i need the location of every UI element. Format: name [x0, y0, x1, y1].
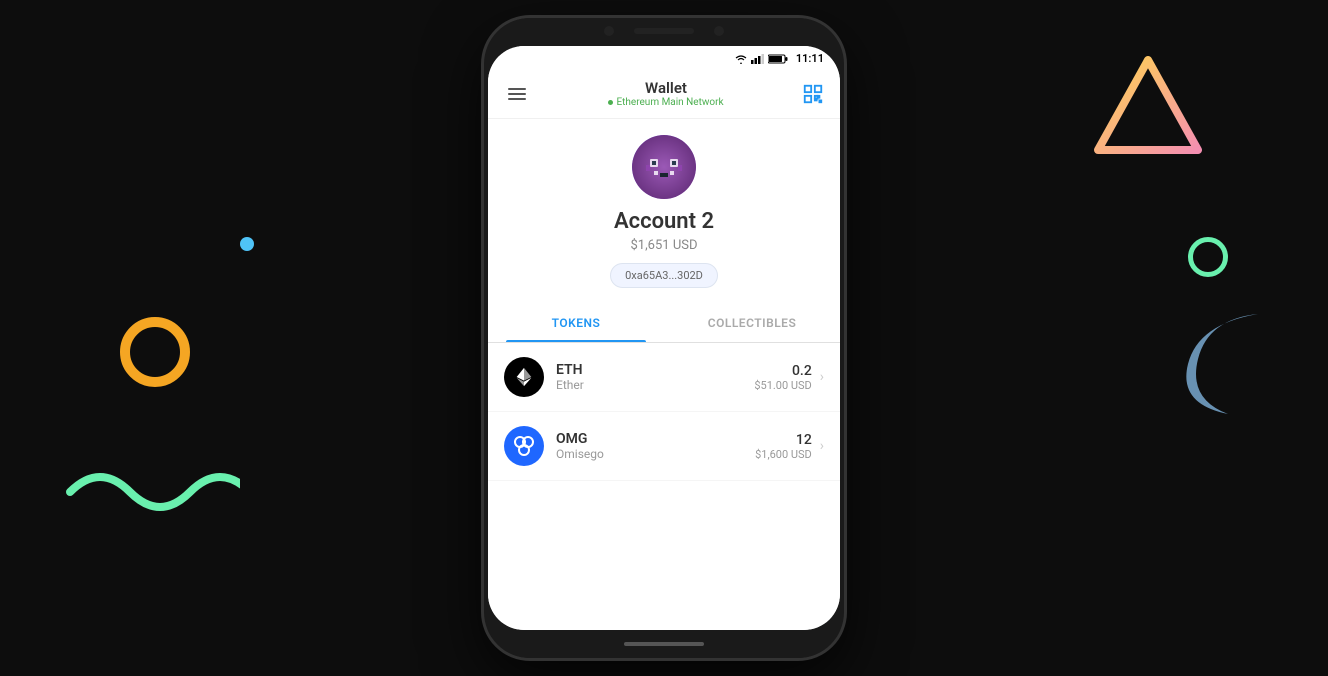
- omg-amount-section: 12 $1,600 USD: [755, 432, 812, 461]
- account-section: Account 2 $1,651 USD 0xa65A3...302D: [488, 119, 840, 304]
- eth-symbol: ETH: [556, 362, 754, 378]
- home-indicator: [624, 642, 704, 646]
- phone-top-bar: [484, 18, 844, 46]
- status-icons: [734, 54, 788, 64]
- token-list: ETH Ether 0.2 $51.00 USD ›: [488, 343, 840, 630]
- omg-chevron-icon: ›: [820, 438, 824, 454]
- signal-icon: [751, 54, 765, 64]
- phone-camera-area: [604, 26, 724, 36]
- app-header: Wallet Ethereum Main Network: [488, 71, 840, 119]
- network-name: Ethereum Main Network: [616, 97, 723, 108]
- omg-info: OMG Omisego: [556, 431, 755, 461]
- sensor: [714, 26, 724, 36]
- eth-amount-section: 0.2 $51.00 USD: [754, 363, 811, 392]
- tabs-container: TOKENS COLLECTIBLES: [488, 304, 840, 343]
- eth-info: ETH Ether: [556, 362, 754, 392]
- eth-usd: $51.00 USD: [754, 379, 811, 392]
- omg-value: 12: [755, 432, 812, 448]
- yellow-circle-decoration: [120, 317, 190, 387]
- blue-crescent-decoration: [1168, 304, 1268, 384]
- account-avatar[interactable]: [632, 135, 696, 199]
- hamburger-line-3: [508, 98, 526, 100]
- tab-tokens[interactable]: TOKENS: [488, 304, 664, 342]
- eth-chevron-icon: ›: [820, 369, 824, 385]
- token-item-eth[interactable]: ETH Ether 0.2 $51.00 USD ›: [488, 343, 840, 412]
- eth-name: Ether: [556, 378, 754, 392]
- omg-usd: $1,600 USD: [755, 448, 812, 461]
- network-status-dot: [608, 100, 613, 105]
- hamburger-line-1: [508, 88, 526, 90]
- omg-icon: [504, 426, 544, 466]
- tab-collectibles[interactable]: COLLECTIBLES: [664, 304, 840, 342]
- eth-icon: [504, 357, 544, 397]
- menu-button[interactable]: [504, 84, 530, 104]
- phone-device: 11:11 Wallet Ethereum Main Network: [484, 18, 844, 658]
- earpiece-speaker: [634, 28, 694, 34]
- triangle-decoration: [1088, 50, 1188, 150]
- header-center: Wallet Ethereum Main Network: [608, 79, 723, 108]
- battery-icon: [768, 54, 788, 64]
- phone-screen: 11:11 Wallet Ethereum Main Network: [488, 46, 840, 630]
- green-circle-decoration: [1188, 237, 1228, 277]
- status-time: 11:11: [796, 52, 824, 65]
- phone-mockup: 11:11 Wallet Ethereum Main Network: [484, 18, 844, 658]
- account-balance: $1,651 USD: [631, 238, 698, 253]
- qr-scan-button[interactable]: [802, 83, 824, 105]
- front-camera: [604, 26, 614, 36]
- omg-symbol: OMG: [556, 431, 755, 447]
- account-address[interactable]: 0xa65A3...302D: [610, 263, 718, 288]
- header-title: Wallet: [608, 79, 723, 97]
- hamburger-line-2: [508, 93, 526, 95]
- omg-name: Omisego: [556, 447, 755, 461]
- green-wave-decoration: [60, 452, 240, 536]
- eth-value: 0.2: [754, 363, 811, 379]
- phone-bottom-bar: [484, 630, 844, 658]
- status-bar: 11:11: [488, 46, 840, 71]
- token-item-omg[interactable]: OMG Omisego 12 $1,600 USD ›: [488, 412, 840, 481]
- blue-dot-decoration: [240, 237, 254, 251]
- account-name: Account 2: [614, 209, 714, 234]
- header-network: Ethereum Main Network: [608, 97, 723, 108]
- wifi-icon: [734, 54, 748, 64]
